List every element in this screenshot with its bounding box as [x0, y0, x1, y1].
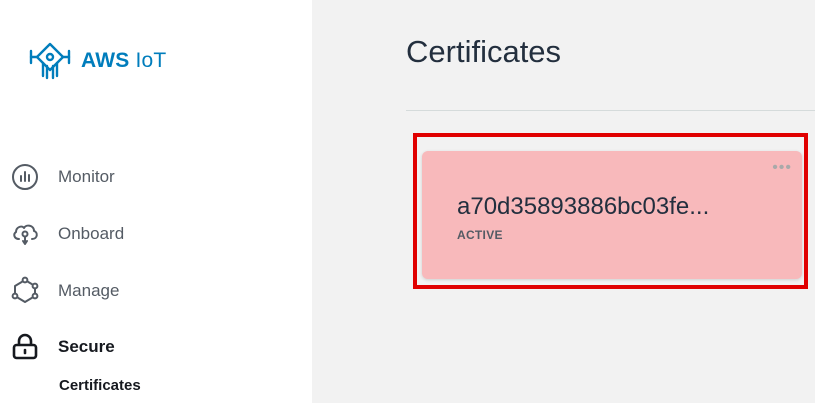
onboard-icon: [10, 219, 40, 249]
sidebar-item-label: Monitor: [58, 167, 115, 186]
manage-icon: [10, 276, 40, 306]
lock-icon: [10, 332, 40, 362]
sidebar-item-monitor[interactable]: Monitor: [10, 162, 115, 192]
page-title: Certificates: [406, 34, 562, 69]
sidebar-item-label: Onboard: [58, 224, 125, 243]
sidebar-subitem-certificates[interactable]: Certificates: [59, 377, 141, 394]
sidebar-item-onboard[interactable]: Onboard: [10, 219, 124, 249]
sidebar-item-manage[interactable]: Manage: [10, 276, 119, 306]
sidebar: AWS IoT Monitor Onboard Manage Secure Ce…: [0, 0, 312, 403]
monitor-icon: [10, 162, 40, 192]
aws-iot-logo-icon: [27, 38, 73, 84]
highlight-box: [413, 133, 808, 289]
brand[interactable]: AWS IoT: [27, 36, 166, 86]
divider: [406, 110, 815, 111]
sidebar-item-label: Manage: [58, 281, 120, 300]
sidebar-item-label: Secure: [58, 337, 115, 356]
brand-name: AWS IoT: [81, 49, 167, 72]
sidebar-item-secure[interactable]: Secure: [10, 332, 115, 362]
main-content: Certificates ••• a70d35893886bc03fe... A…: [312, 0, 815, 403]
